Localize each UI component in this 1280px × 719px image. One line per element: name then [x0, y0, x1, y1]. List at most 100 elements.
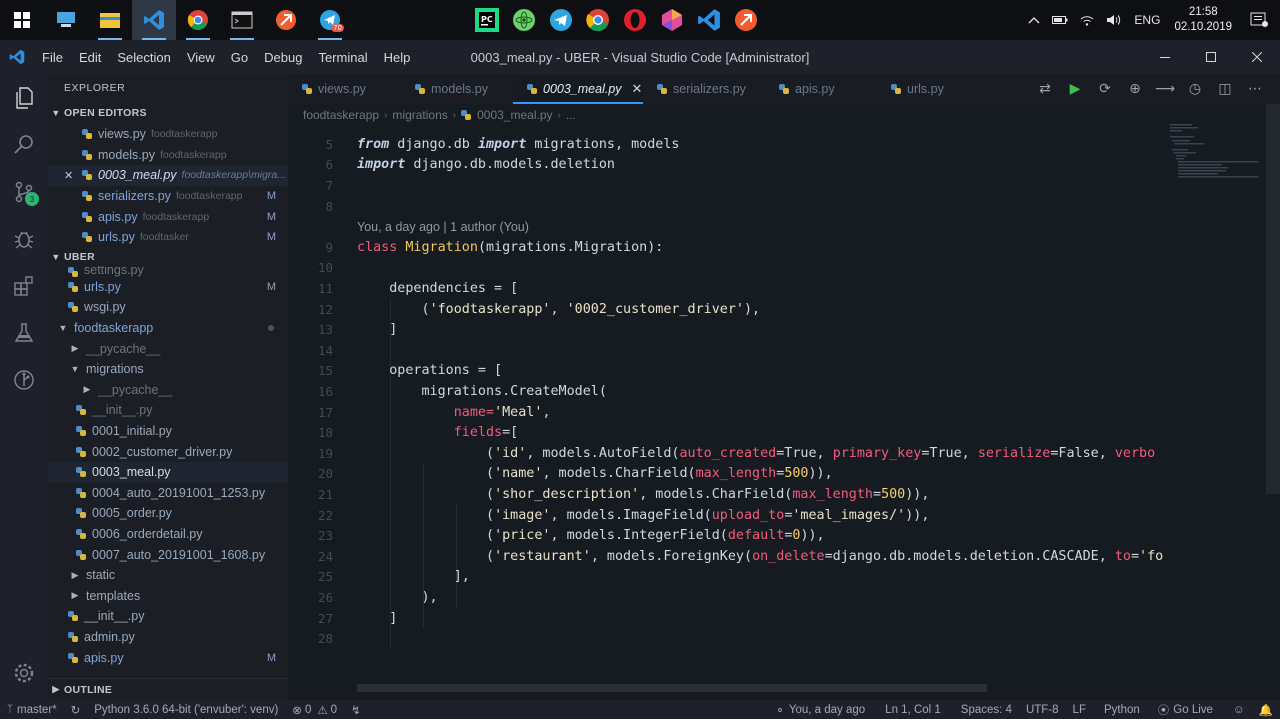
tree-folder[interactable]: ▼ migrations [48, 359, 288, 380]
battery-icon[interactable] [1052, 15, 1068, 25]
breadcrumb-item[interactable]: migrations [392, 108, 447, 122]
tab-views[interactable]: views.py [288, 74, 401, 104]
git-blame-lens[interactable]: You, a day ago | 1 author (You) [357, 220, 529, 234]
vscode-taskbar-button[interactable] [132, 0, 176, 40]
open-editor-item[interactable]: apis.py foodtaskerapp M [48, 206, 288, 227]
cursor-position[interactable]: Ln 1, Col 1 [878, 704, 948, 716]
tree-file[interactable]: 0006_orderdetail.py [48, 524, 288, 545]
outline-header[interactable]: ▶ OUTLINE [48, 678, 288, 700]
tree-file[interactable]: __init__.py [48, 400, 288, 421]
wifi-icon[interactable] [1080, 14, 1094, 26]
explorer-activity[interactable] [0, 74, 48, 121]
open-editors-header[interactable]: ▼ OPEN EDITORS [48, 102, 288, 124]
open-changes-icon[interactable]: ⟳ [1090, 81, 1120, 97]
lightning-icon[interactable]: ↯ [344, 703, 368, 717]
code-editor[interactable]: 5 from django.db import migrations, mode… [288, 134, 1178, 694]
tab-0003-meal[interactable]: 0003_meal.py ✕ [513, 74, 643, 104]
tree-folder[interactable]: ▼ foodtaskerapp [48, 318, 288, 339]
tree-file[interactable]: apis.py M [48, 647, 288, 668]
source-control-activity[interactable]: 3 [0, 168, 48, 215]
menu-selection[interactable]: Selection [109, 40, 178, 74]
open-editor-item[interactable]: serializers.py foodtaskerapp M [48, 186, 288, 207]
git-taskbar-button[interactable] [264, 0, 308, 40]
git-pinned-button[interactable] [727, 0, 764, 40]
branch-indicator[interactable]: ᛉ master* [0, 704, 64, 716]
menu-help[interactable]: Help [376, 40, 419, 74]
language-mode[interactable]: Python [1097, 704, 1147, 716]
tree-file[interactable]: 0004_auto_20191001_1253.py [48, 483, 288, 504]
tree-folder[interactable]: ▶ static [48, 565, 288, 586]
search-activity[interactable] [0, 121, 48, 168]
tree-file[interactable]: settings.py [48, 266, 288, 277]
tab-serializers[interactable]: serializers.py [643, 74, 765, 104]
sync-icon[interactable]: ↻ [64, 703, 88, 717]
tab-urls[interactable]: urls.py [877, 74, 977, 104]
tree-folder[interactable]: ▶ __pycache__ [48, 338, 288, 359]
horizontal-scrollbar[interactable] [357, 684, 987, 692]
open-editor-item[interactable]: models.py foodtaskerapp [48, 145, 288, 166]
git-blame-status[interactable]: ⚬ You, a day ago [768, 703, 872, 717]
tree-file-selected[interactable]: 0003_meal.py [48, 461, 288, 483]
tree-file[interactable]: 0005_order.py [48, 503, 288, 524]
open-editor-item[interactable]: urls.py foodtasker M [48, 227, 288, 248]
menu-go[interactable]: Go [223, 40, 256, 74]
feedback-icon[interactable]: ☺ [1226, 704, 1252, 716]
close-editor-icon[interactable]: ✕ [64, 169, 73, 182]
menu-debug[interactable]: Debug [256, 40, 310, 74]
telegram-taskbar-button[interactable]: 70 [308, 0, 352, 40]
tree-file[interactable]: urls.py M [48, 277, 288, 298]
opera-pinned-button[interactable] [616, 0, 653, 40]
menu-view[interactable]: View [179, 40, 223, 74]
notifications-icon[interactable] [1250, 12, 1268, 28]
file-explorer-taskbar-button[interactable] [88, 0, 132, 40]
vscode-pinned-button[interactable] [690, 0, 727, 40]
minimize-button[interactable] [1142, 40, 1188, 74]
tree-file[interactable]: 0001_initial.py [48, 421, 288, 442]
previous-revision-icon[interactable]: ⊕ [1120, 81, 1150, 97]
gem-pinned-button[interactable] [653, 0, 690, 40]
breadcrumb-item[interactable]: 0003_meal.py [477, 108, 552, 122]
workspace-header[interactable]: ▼ UBER [48, 248, 288, 266]
breadcrumb-item[interactable]: foodtaskerapp [303, 108, 379, 122]
scroll-thumb[interactable] [1266, 104, 1280, 494]
volume-icon[interactable] [1106, 14, 1122, 26]
run-icon[interactable]: ▶ [1060, 81, 1090, 97]
tree-folder[interactable]: ▶ templates [48, 585, 288, 606]
start-button[interactable] [0, 0, 44, 40]
end-of-line[interactable]: LF [1066, 704, 1093, 716]
language-indicator[interactable]: ENG [1134, 13, 1160, 27]
python-interpreter[interactable]: Python 3.6.0 64-bit ('envuber': venv) [87, 704, 285, 716]
minimap[interactable] [1168, 122, 1268, 182]
pycharm-taskbar-button[interactable]: PC [468, 0, 505, 40]
close-window-button[interactable] [1234, 40, 1280, 74]
clock[interactable]: 21:58 02.10.2019 [1174, 5, 1232, 35]
menu-terminal[interactable]: Terminal [310, 40, 375, 74]
test-activity[interactable] [0, 309, 48, 356]
telegram-pinned-button[interactable] [542, 0, 579, 40]
tree-file[interactable]: wsgi.py [48, 297, 288, 318]
chrome-taskbar-button[interactable] [176, 0, 220, 40]
tree-file[interactable]: 0007_auto_20191001_1608.py [48, 544, 288, 565]
terminal-taskbar-button[interactable] [220, 0, 264, 40]
go-live-button[interactable]: ⦿ Go Live [1151, 702, 1220, 718]
vertical-scrollbar[interactable] [1266, 104, 1280, 524]
tab-apis[interactable]: apis.py [765, 74, 877, 104]
more-actions-icon[interactable]: ⋯ [1240, 81, 1270, 97]
problems-indicator[interactable]: ⊗ 0 ⚠ 0 [285, 703, 344, 717]
breadcrumb-item[interactable]: ... [566, 108, 576, 122]
toggle-blame-icon[interactable]: ◷ [1180, 81, 1210, 97]
tree-file[interactable]: __init__.py [48, 606, 288, 627]
tree-folder[interactable]: ▶ __pycache__ [48, 380, 288, 401]
tree-file[interactable]: admin.py [48, 627, 288, 648]
tree-file[interactable]: 0002_customer_driver.py [48, 441, 288, 462]
compare-changes-icon[interactable]: ⇄ [1030, 81, 1060, 97]
notifications-bell-icon[interactable]: 🔔 [1252, 703, 1280, 717]
computer-taskbar-button[interactable] [44, 0, 88, 40]
manage-activity[interactable] [0, 649, 48, 696]
tab-models[interactable]: models.py [401, 74, 513, 104]
close-tab-icon[interactable]: ✕ [632, 81, 643, 97]
encoding[interactable]: UTF-8 [1019, 704, 1066, 716]
open-editor-item[interactable]: views.py foodtaskerapp [48, 124, 288, 145]
next-revision-icon[interactable]: ⟶ [1150, 81, 1180, 97]
menu-edit[interactable]: Edit [71, 40, 109, 74]
